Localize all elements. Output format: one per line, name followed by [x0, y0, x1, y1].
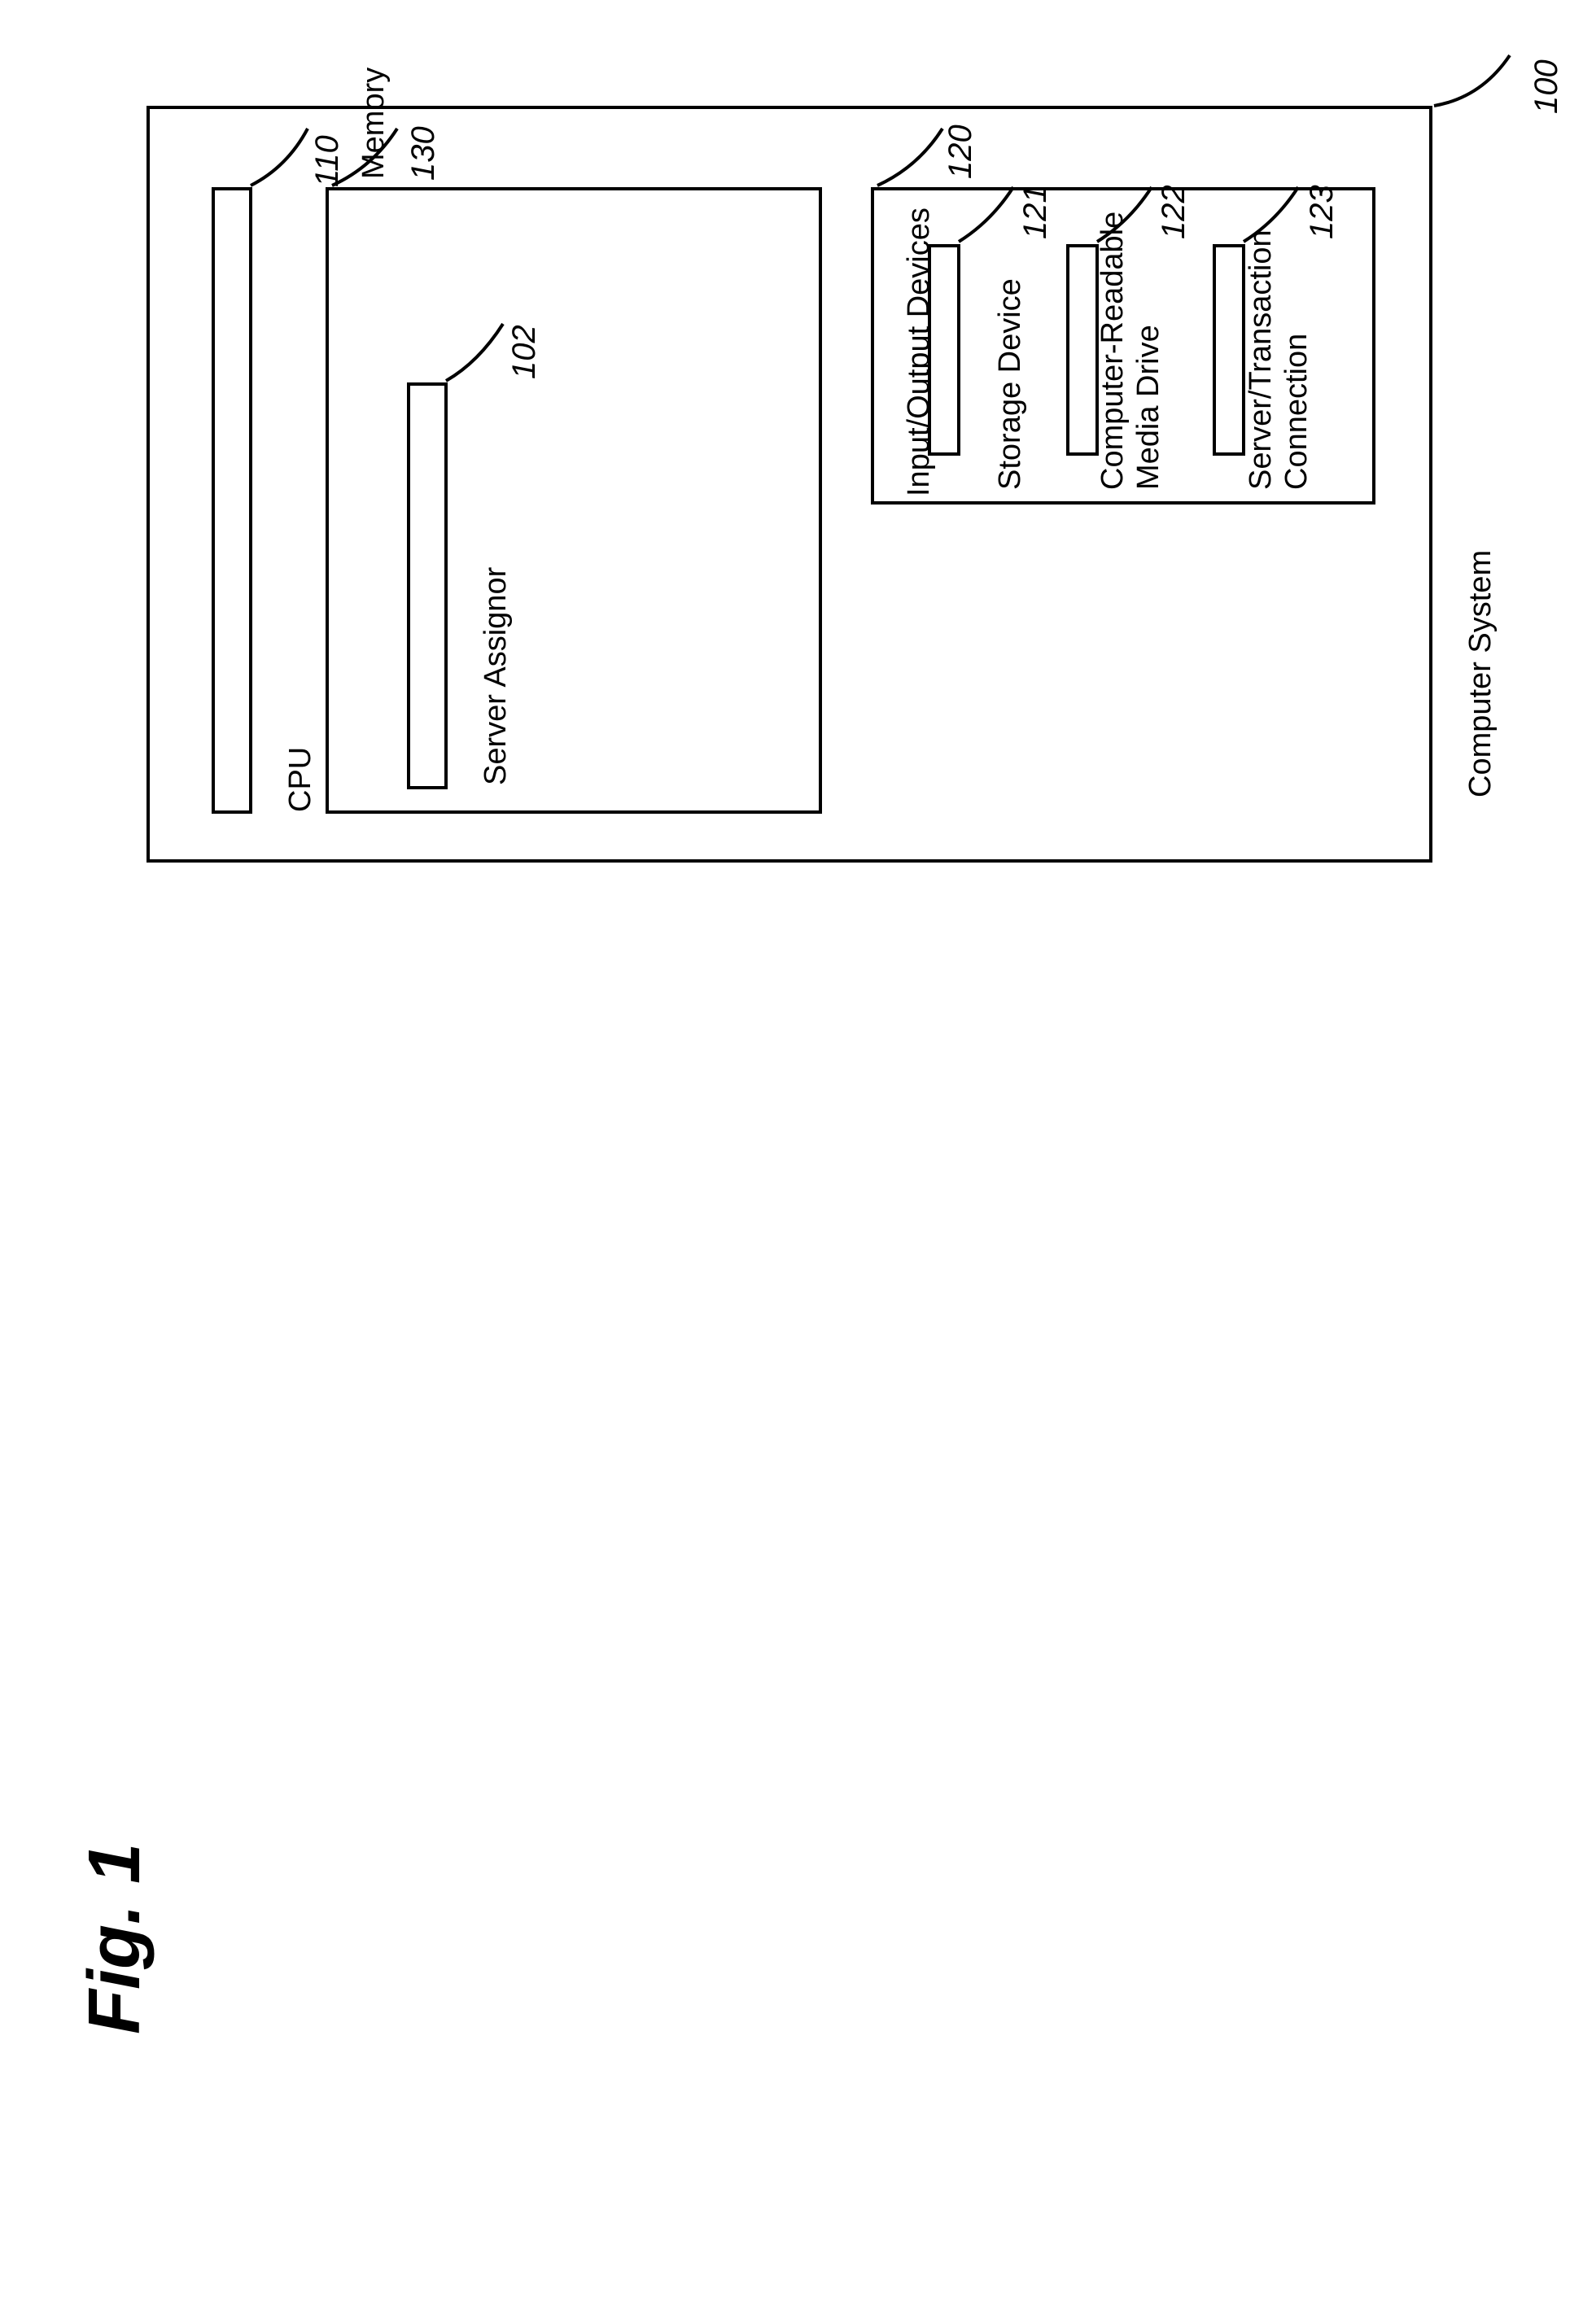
- media-drive-box: [1066, 244, 1099, 456]
- leader-122: [1093, 181, 1166, 246]
- cpu-label: CPU: [285, 747, 316, 812]
- server-conn-label1: Server/Transaction: [1245, 229, 1276, 490]
- server-assignor-box: [407, 382, 448, 789]
- storage-device-box: [928, 244, 960, 456]
- diagram-canvas: Computer System 100 CPU 110 Memory 130 S…: [0, 0, 1583, 2324]
- leader-102: [442, 317, 515, 387]
- leader-130: [328, 122, 409, 191]
- leader-121: [955, 181, 1028, 246]
- server-assignor-label: Server Assignor: [480, 567, 511, 785]
- leader-100: [1432, 49, 1530, 138]
- leader-120: [873, 122, 955, 191]
- memory-box: [326, 187, 822, 814]
- cpu-box: [212, 187, 252, 814]
- storage-device-label: Storage Device: [995, 278, 1025, 490]
- server-connection-box: [1213, 244, 1245, 456]
- leader-123: [1240, 181, 1313, 246]
- memory-ref: 130: [407, 126, 439, 181]
- media-drive-label2: Media Drive: [1133, 325, 1164, 490]
- figure-caption: Fig. 1: [73, 1843, 157, 2034]
- media-drive-label1: Computer-Readable: [1097, 212, 1128, 490]
- server-conn-label2: Connection: [1281, 334, 1312, 490]
- computer-system-label: Computer System: [1465, 550, 1496, 797]
- computer-system-ref: 100: [1530, 59, 1563, 114]
- leader-110: [247, 122, 320, 191]
